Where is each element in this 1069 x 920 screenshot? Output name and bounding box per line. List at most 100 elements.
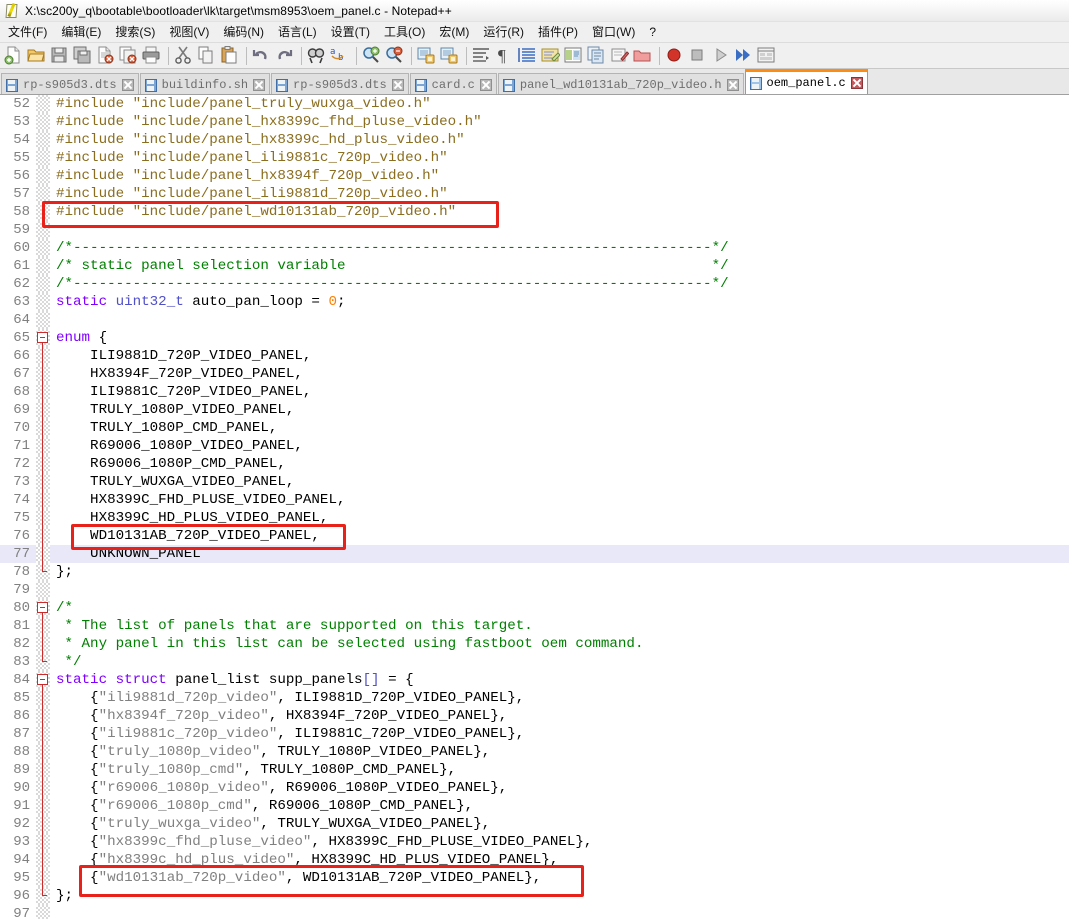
fold-margin[interactable] — [36, 761, 50, 779]
code-text[interactable]: UNKNOWN_PANEL — [50, 545, 1069, 563]
fold-margin[interactable] — [36, 887, 50, 905]
fold-margin[interactable] — [36, 167, 50, 185]
menu-encoding[interactable]: 编码(N) — [216, 21, 271, 43]
code-line[interactable]: 62 /*------------------------------------… — [0, 275, 1069, 293]
show-folder-panel-icon[interactable] — [609, 45, 631, 67]
fold-margin[interactable] — [36, 473, 50, 491]
code-line[interactable]: 55 #include "include/panel_ili9881c_720p_… — [0, 149, 1069, 167]
code-text[interactable]: /*--------------------------------------… — [50, 239, 1069, 257]
tab-card-c[interactable]: card.c — [409, 73, 497, 94]
paste-icon[interactable] — [219, 45, 241, 67]
code-line[interactable]: 94 {"hx8399c_hd_plus_video", HX8399C_HD_… — [0, 851, 1069, 869]
fold-margin[interactable] — [36, 527, 50, 545]
code-text[interactable]: /*--------------------------------------… — [50, 275, 1069, 293]
code-text[interactable]: #include "include/panel_hx8399c_fhd_plus… — [50, 113, 1069, 131]
code-text[interactable]: /* static panel selection variable */ — [50, 257, 1069, 275]
tab-rp-s905d3-dts-2[interactable]: rp-s905d3.dts — [271, 73, 409, 94]
fold-margin[interactable] — [36, 599, 50, 617]
code-text[interactable]: }; — [50, 887, 1069, 905]
code-line[interactable]: 78}; — [0, 563, 1069, 581]
fold-margin[interactable] — [36, 131, 50, 149]
code-line[interactable]: 74 HX8399C_FHD_PLUSE_VIDEO_PANEL, — [0, 491, 1069, 509]
fold-margin[interactable] — [36, 725, 50, 743]
fold-margin[interactable] — [36, 203, 50, 221]
fold-margin[interactable] — [36, 347, 50, 365]
code-text[interactable]: WD10131AB_720P_VIDEO_PANEL, — [50, 527, 1069, 545]
save-icon[interactable] — [49, 45, 71, 67]
fold-margin[interactable] — [36, 383, 50, 401]
code-text[interactable]: HX8399C_HD_PLUS_VIDEO_PANEL, — [50, 509, 1069, 527]
code-text[interactable]: * Any panel in this list can be selected… — [50, 635, 1069, 653]
code-line[interactable]: 66 ILI9881D_720P_VIDEO_PANEL, — [0, 347, 1069, 365]
code-text[interactable]: */ — [50, 653, 1069, 671]
code-line[interactable]: 95 {"wd10131ab_720p_video", WD10131AB_72… — [0, 869, 1069, 887]
code-text[interactable]: {"hx8394f_720p_video", HX8394F_720P_VIDE… — [50, 707, 1069, 725]
zoom-out-icon[interactable] — [384, 45, 406, 67]
menu-edit[interactable]: 编辑(E) — [54, 21, 108, 43]
tab-close-icon[interactable] — [121, 79, 134, 91]
user-defined-language-icon[interactable] — [540, 45, 562, 67]
code-line[interactable]: 60 /*------------------------------------… — [0, 239, 1069, 257]
code-line[interactable]: 83 */ — [0, 653, 1069, 671]
code-text[interactable]: static struct panel_list supp_panels[] =… — [50, 671, 1069, 689]
undo-icon[interactable] — [251, 45, 273, 67]
fold-margin[interactable] — [36, 329, 50, 347]
code-text[interactable]: enum { — [50, 329, 1069, 347]
fold-collapse-icon[interactable] — [37, 332, 48, 343]
fold-margin[interactable] — [36, 293, 50, 311]
tab-close-icon[interactable] — [479, 79, 492, 91]
menu-help[interactable]: ? — [642, 23, 663, 42]
fold-margin[interactable] — [36, 113, 50, 131]
code-text[interactable]: * The list of panels that are supported … — [50, 617, 1069, 635]
fold-margin[interactable] — [36, 455, 50, 473]
fold-margin[interactable] — [36, 365, 50, 383]
code-lines[interactable]: 52 #include "include/panel_truly_wuxga_vi… — [0, 95, 1069, 919]
tab-close-icon[interactable] — [253, 79, 266, 91]
redo-icon[interactable] — [274, 45, 296, 67]
code-text[interactable] — [50, 221, 1069, 239]
print-icon[interactable] — [141, 45, 163, 67]
fold-margin[interactable] — [36, 437, 50, 455]
tab-buildinfo-sh[interactable]: buildinfo.sh — [139, 73, 271, 94]
fold-margin[interactable] — [36, 851, 50, 869]
fold-margin[interactable] — [36, 635, 50, 653]
code-line[interactable]: 65 enum { — [0, 329, 1069, 347]
find-icon[interactable] — [306, 45, 328, 67]
fold-margin[interactable] — [36, 509, 50, 527]
code-line[interactable]: 86 {"hx8394f_720p_video", HX8394F_720P_V… — [0, 707, 1069, 725]
code-line[interactable]: 84 static struct panel_list supp_panels[]… — [0, 671, 1069, 689]
code-text[interactable] — [50, 311, 1069, 329]
tab-oem-panel-c[interactable]: oem_panel.c — [744, 69, 868, 94]
code-line[interactable]: 92 {"truly_wuxga_video", TRULY_WUXGA_VID… — [0, 815, 1069, 833]
code-text[interactable]: {"r69006_1080p_cmd", R69006_1080P_CMD_PA… — [50, 797, 1069, 815]
macro-save-icon[interactable] — [756, 45, 778, 67]
code-text[interactable]: #include "include/panel_hx8399c_hd_plus_… — [50, 131, 1069, 149]
code-text[interactable]: ILI9881D_720P_VIDEO_PANEL, — [50, 347, 1069, 365]
code-line[interactable]: 59 — [0, 221, 1069, 239]
menu-settings[interactable]: 设置(T) — [324, 21, 377, 43]
tab-rp-s905d3-dts-1[interactable]: rp-s905d3.dts — [1, 73, 139, 94]
fold-margin[interactable] — [36, 239, 50, 257]
code-text[interactable]: R69006_1080P_CMD_PANEL, — [50, 455, 1069, 473]
fold-margin[interactable] — [36, 401, 50, 419]
code-line[interactable]: 54 #include "include/panel_hx8399c_hd_plu… — [0, 131, 1069, 149]
code-line[interactable]: 56 #include "include/panel_hx8394f_720p_v… — [0, 167, 1069, 185]
code-text[interactable]: #include "include/panel_ili9881c_720p_vi… — [50, 149, 1069, 167]
code-text[interactable]: HX8394F_720P_VIDEO_PANEL, — [50, 365, 1069, 383]
fold-margin[interactable] — [36, 689, 50, 707]
code-line[interactable]: 81 * The list of panels that are support… — [0, 617, 1069, 635]
macro-stop-icon[interactable] — [687, 45, 709, 67]
zoom-in-icon[interactable] — [361, 45, 383, 67]
code-text[interactable]: {"truly_wuxga_video", TRULY_WUXGA_VIDEO_… — [50, 815, 1069, 833]
code-line[interactable]: 80 /* — [0, 599, 1069, 617]
code-text[interactable]: }; — [50, 563, 1069, 581]
code-line[interactable]: 72 R69006_1080P_CMD_PANEL, — [0, 455, 1069, 473]
save-all-icon[interactable] — [72, 45, 94, 67]
menu-search[interactable]: 搜索(S) — [108, 21, 162, 43]
sync-vertical-scroll-icon[interactable] — [416, 45, 438, 67]
code-line[interactable]: 76 WD10131AB_720P_VIDEO_PANEL, — [0, 527, 1069, 545]
code-text[interactable]: #include "include/panel_ili9881d_720p_vi… — [50, 185, 1069, 203]
code-text[interactable]: {"wd10131ab_720p_video", WD10131AB_720P_… — [50, 869, 1069, 887]
code-line[interactable]: 52 #include "include/panel_truly_wuxga_vi… — [0, 95, 1069, 113]
code-text[interactable]: #include "include/panel_truly_wuxga_vide… — [50, 95, 1069, 113]
